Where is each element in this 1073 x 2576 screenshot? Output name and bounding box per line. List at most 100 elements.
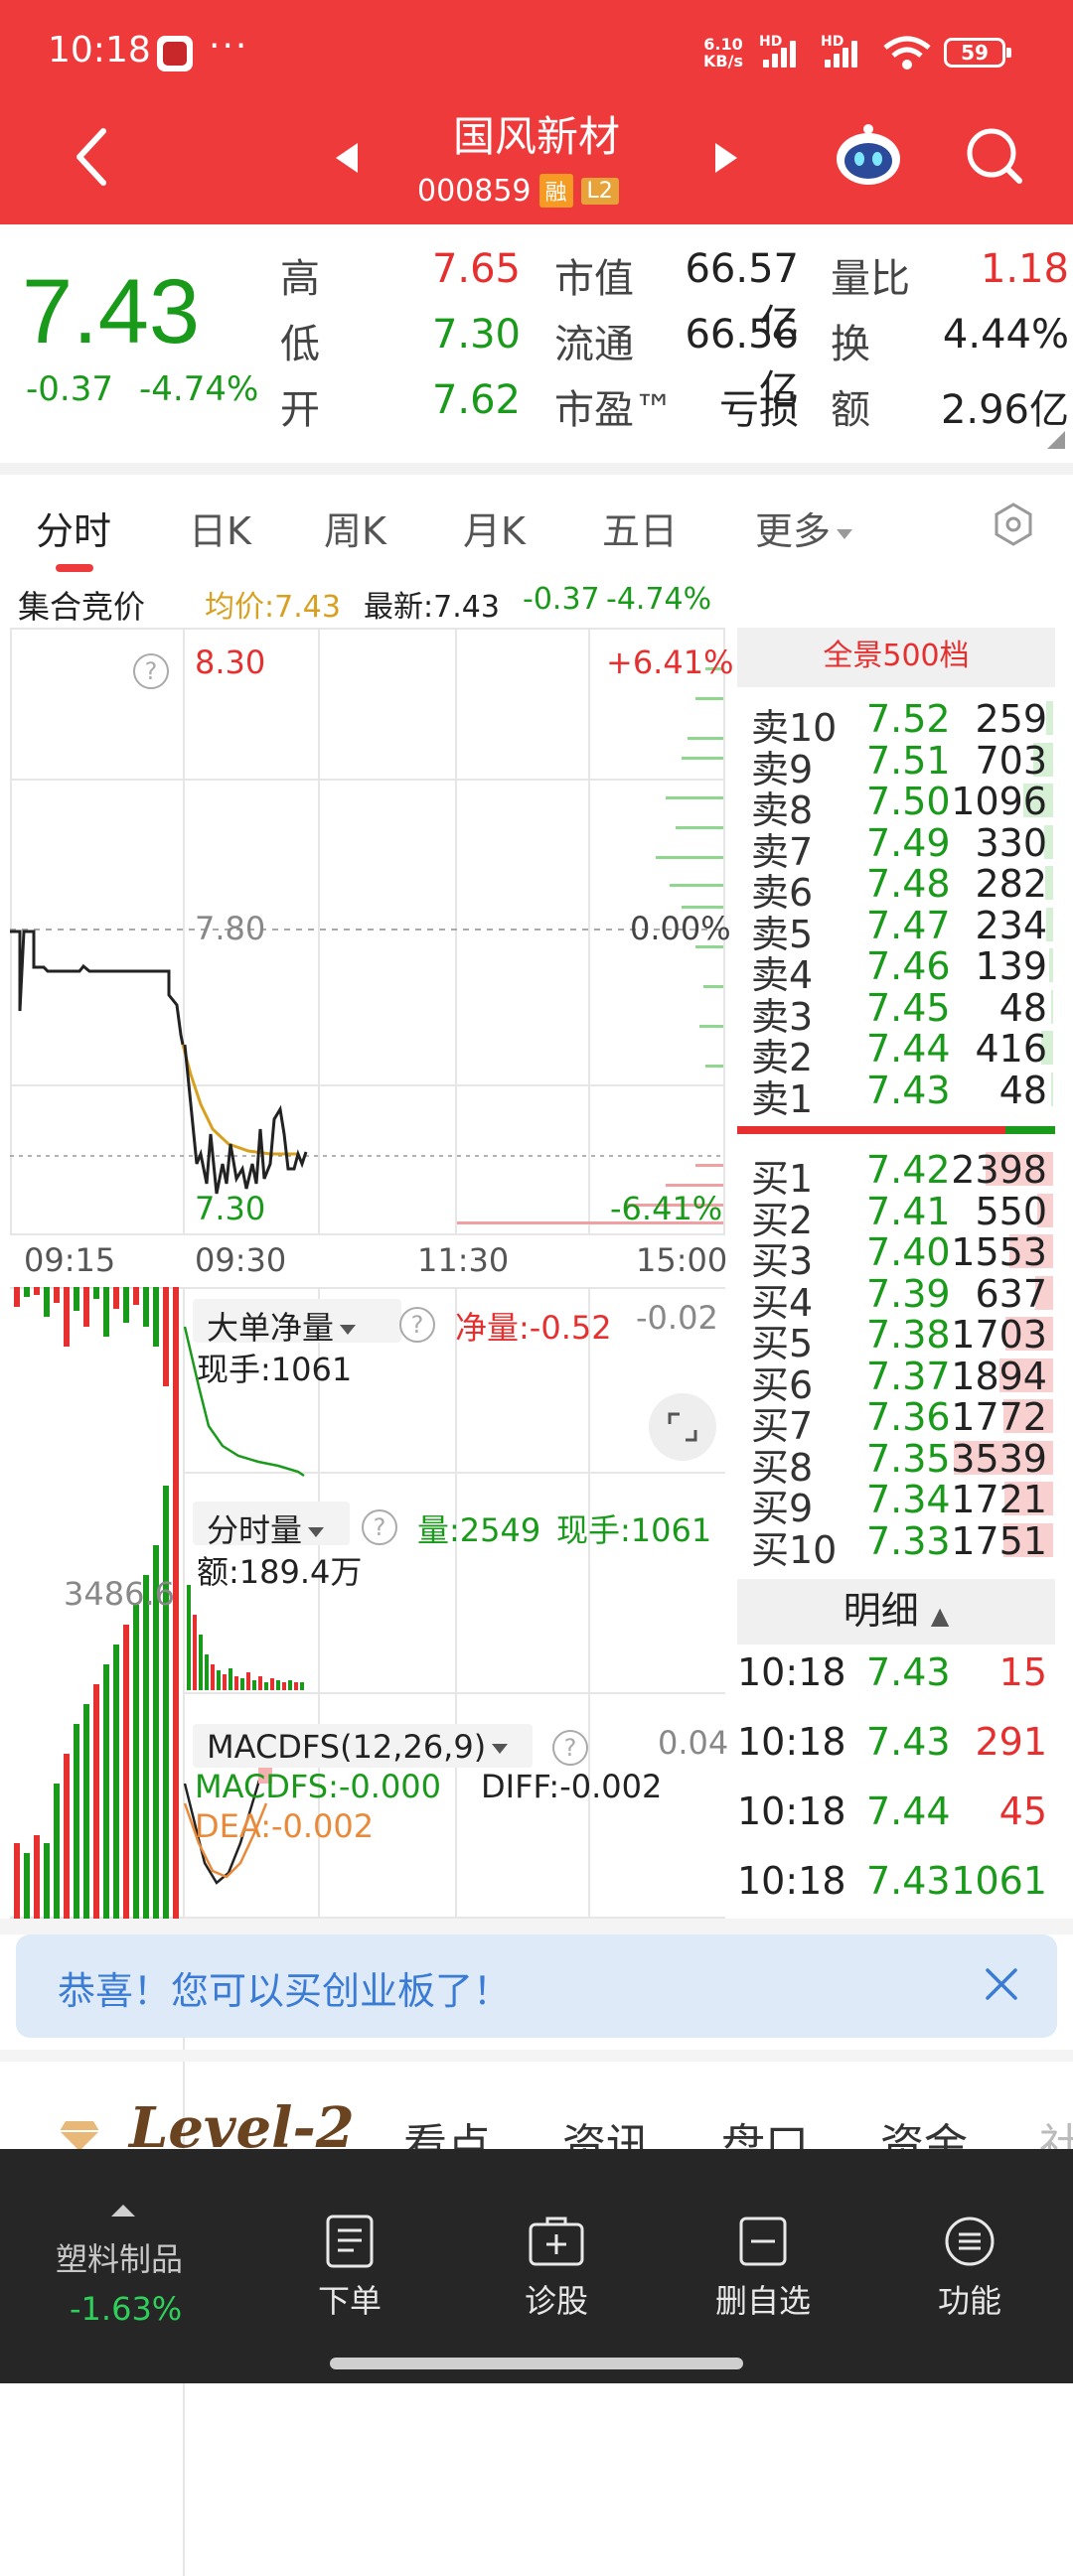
tab-intraday[interactable]: 分时 [36, 501, 111, 555]
panorama-500-button[interactable]: 全景500档 [737, 628, 1055, 687]
functions-button[interactable]: 功能 [900, 2215, 1039, 2322]
back-arrow-icon[interactable] [72, 127, 111, 187]
trade-price: 7.43 [866, 1650, 951, 1694]
buy-order-row[interactable]: 买8 7.35 3539 [735, 1437, 1053, 1490]
open-label: 开 [280, 387, 320, 433]
buy-order-row[interactable]: 买2 7.41 550 [735, 1190, 1053, 1242]
section-divider [0, 1919, 1073, 1934]
auction-price-line [10, 930, 185, 1046]
buy-order-row[interactable]: 买3 7.40 1553 [735, 1230, 1053, 1283]
trade-detail-row[interactable]: 10:18 7.44 45 [735, 1789, 1053, 1837]
average-price-line [181, 1044, 298, 1156]
remove-square-icon [739, 2217, 787, 2266]
high-value: 7.65 [431, 246, 521, 292]
trade-detail-header[interactable]: 明细 ▲ [737, 1579, 1055, 1645]
volume-selector[interactable]: 分时量 [207, 1505, 325, 1551]
sell-order-row[interactable]: 卖3 7.45 48 [735, 986, 1053, 1039]
status-bar: 10:18 ··· 6.10 KB/s HD HD 59 [0, 0, 1073, 104]
buy-order-row[interactable]: 买9 7.34 1721 [735, 1478, 1053, 1530]
sell-order-row[interactable]: 卖5 7.47 234 [735, 903, 1053, 956]
close-icon[interactable] [982, 1964, 1021, 2004]
sell-order-row[interactable]: 卖9 7.51 703 [735, 739, 1053, 791]
stock-header: 10:18 ··· 6.10 KB/s HD HD 59 国风新材 000859… [0, 0, 1073, 224]
sell-order-row[interactable]: 卖4 7.46 139 [735, 944, 1053, 997]
time-label-open-auction: 09:15 [24, 1241, 116, 1279]
volume-hand: 现手:1061 [556, 1511, 712, 1549]
status-time: 10:18 [48, 30, 151, 71]
expand-corner-icon[interactable] [1047, 431, 1065, 449]
sell-order-row[interactable]: 卖10 7.52 259 [735, 697, 1053, 750]
buy-level-price: 7.33 [866, 1518, 951, 1563]
buy-order-row[interactable]: 买5 7.38 1703 [735, 1313, 1053, 1365]
sell-volume-bar [1046, 701, 1053, 735]
sell-order-row[interactable]: 卖6 7.48 282 [735, 862, 1053, 915]
trade-detail-row[interactable]: 10:18 7.43 291 [735, 1720, 1053, 1768]
order-button[interactable]: 下单 [280, 2215, 419, 2322]
tab-five-day[interactable]: 五日 [602, 501, 678, 555]
bottom-action-bar: 塑料制品 -1.63% 下单 诊股 删自选 功能 [0, 2149, 1073, 2383]
buy-order-row[interactable]: 买4 7.39 637 [735, 1272, 1053, 1325]
buy-level-volume: 1553 [951, 1230, 1047, 1274]
remove-watchlist-button[interactable]: 删自选 [693, 2215, 833, 2322]
right-depth-bars [656, 667, 723, 1068]
tab-more-label: 更多 [755, 509, 832, 553]
menu-circle-icon [945, 2217, 995, 2266]
float-label: 流通 [554, 322, 634, 367]
intraday-chart[interactable]: ? 8.30 +6.41% 7.80 0.00% 7.30 -6.41% 09:… [10, 628, 735, 2576]
sell-volume-bar [1046, 907, 1053, 941]
buy-order-row[interactable]: 买10 7.33 1751 [735, 1518, 1053, 1572]
low-label: 低 [280, 322, 320, 367]
trade-vol: 291 [975, 1720, 1047, 1764]
macd-dea: DEA:-0.002 [195, 1807, 375, 1845]
sell-order-row[interactable]: 卖8 7.50 1096 [735, 780, 1053, 832]
chart-price-mid: 7.80 [195, 910, 266, 947]
robot-assistant-icon[interactable] [833, 123, 904, 189]
next-stock-icon[interactable] [713, 141, 739, 175]
buy-order-row[interactable]: 买1 7.42 2398 [735, 1148, 1053, 1201]
help-icon[interactable]: ? [552, 1730, 588, 1766]
active-tab-indicator [56, 564, 93, 572]
sell-order-row[interactable]: 卖2 7.44 416 [735, 1027, 1053, 1079]
help-icon[interactable]: ? [399, 1307, 435, 1343]
buy-pressure-bar [1005, 1126, 1055, 1134]
sell-order-row[interactable]: 卖7 7.49 330 [735, 820, 1053, 874]
buy-order-row[interactable]: 买7 7.36 1772 [735, 1395, 1053, 1448]
sell-level-price: 7.49 [866, 820, 951, 865]
trade-detail-title: 明细 [843, 1589, 919, 1633]
fullscreen-toggle-icon[interactable] [648, 1392, 717, 1462]
tab-monthly-k[interactable]: 月K [463, 501, 526, 555]
big-order-selector[interactable]: 大单净量 [207, 1303, 357, 1349]
latest-change-pct: -4.74% [606, 582, 712, 617]
pe-value: 亏损 [719, 387, 799, 433]
tab-daily-k[interactable]: 日K [189, 501, 251, 555]
help-icon[interactable]: ? [133, 653, 169, 689]
prev-stock-icon[interactable] [334, 141, 360, 175]
time-label-open: 09:30 [195, 1241, 287, 1279]
search-icon[interactable] [962, 123, 1027, 189]
trade-detail-row[interactable]: 10:18 7.43 15 [735, 1650, 1053, 1698]
trade-detail-row[interactable]: 10:18 7.43 1061 [735, 1859, 1053, 1907]
diagnose-button[interactable]: 诊股 [487, 2215, 626, 2322]
buy-order-row[interactable]: 买6 7.37 1894 [735, 1355, 1053, 1407]
settings-hexagon-icon[interactable] [990, 501, 1037, 548]
current-price: 7.43 [22, 261, 201, 362]
sell-level-volume: 1096 [951, 780, 1047, 823]
battery-icon: 59 [944, 38, 1011, 68]
latest-change: -0.37 [523, 582, 600, 617]
sector-name[interactable]: 塑料制品 [56, 2234, 183, 2280]
macd-selector[interactable]: MACDFS(12,26,9) [207, 1728, 509, 1766]
low-value: 7.30 [431, 312, 521, 358]
gem-board-banner[interactable]: 恭喜！您可以买创业板了！ [16, 1934, 1057, 2038]
help-icon[interactable]: ? [362, 1509, 397, 1545]
macd-diff: DIFF:-0.002 [481, 1768, 663, 1805]
sell-level-volume: 234 [975, 903, 1047, 947]
time-label-noon: 11:30 [417, 1241, 510, 1279]
diagnose-label: 诊股 [524, 2282, 588, 2320]
sell-level-price: 7.44 [866, 1027, 951, 1071]
tab-more[interactable]: 更多 [755, 501, 853, 555]
chart-price-high: 8.30 [195, 644, 266, 681]
trade-price: 7.43 [866, 1720, 951, 1764]
sell-order-row[interactable]: 卖1 7.43 48 [735, 1069, 1053, 1121]
tab-weekly-k[interactable]: 周K [324, 501, 386, 555]
home-indicator[interactable] [330, 2358, 743, 2369]
